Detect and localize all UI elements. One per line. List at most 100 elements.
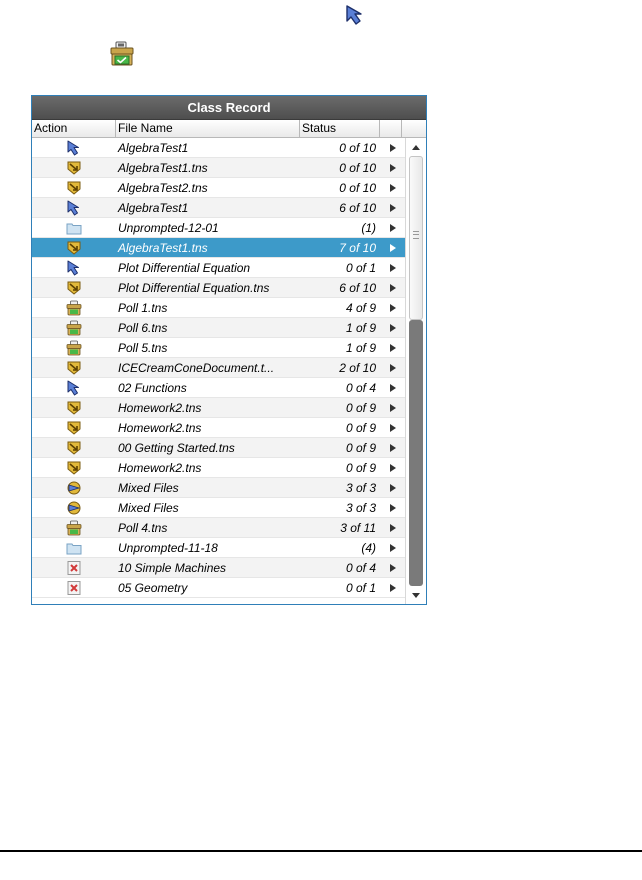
expand-arrow-icon[interactable] <box>380 543 405 552</box>
file-status: 0 of 4 <box>345 380 376 395</box>
folder-icon[interactable] <box>32 540 116 556</box>
file-name: 02 Functions <box>118 380 187 395</box>
file-status: 6 of 10 <box>339 280 376 295</box>
expand-arrow-icon[interactable] <box>380 323 405 332</box>
folder-icon[interactable] <box>32 220 116 236</box>
file-name: 10 Simple Machines <box>118 560 227 575</box>
file-row[interactable]: Poll 5.tns 1 of 9 <box>32 338 405 358</box>
expand-arrow-icon[interactable] <box>380 283 405 292</box>
expand-arrow-icon[interactable] <box>380 223 405 232</box>
collect-icon[interactable] <box>32 160 116 176</box>
scroll-thumb[interactable] <box>409 156 423 320</box>
file-row[interactable]: Homework2.tns 0 of 9 <box>32 458 405 478</box>
column-header-spacer <box>380 120 402 137</box>
file-name: Poll 1.tns <box>118 300 168 315</box>
expand-arrow-icon[interactable] <box>380 243 405 252</box>
file-row[interactable]: Poll 4.tns 3 of 11 <box>32 518 405 538</box>
file-row[interactable]: 05 Geometry 0 of 1 <box>32 578 405 598</box>
expand-arrow-icon[interactable] <box>380 423 405 432</box>
file-row[interactable]: Homework2.tns 0 of 9 <box>32 418 405 438</box>
expand-arrow-icon[interactable] <box>380 483 405 492</box>
collect-icon[interactable] <box>32 180 116 196</box>
collect-icon[interactable] <box>32 400 116 416</box>
file-row[interactable]: Unprompted-11-18 (4) <box>32 538 405 558</box>
file-row[interactable]: ICECreamConeDocument.t... 2 of 10 <box>32 358 405 378</box>
file-name: AlgebraTest1 <box>118 140 189 155</box>
collect-icon[interactable] <box>32 420 116 436</box>
file-name: Mixed Files <box>118 480 179 495</box>
file-row[interactable]: AlgebraTest1.tns 0 of 10 <box>32 158 405 178</box>
send-icon[interactable] <box>32 140 116 156</box>
file-name: Poll 4.tns <box>118 520 168 535</box>
collect-icon[interactable] <box>32 240 116 256</box>
file-status: 0 of 9 <box>345 440 376 455</box>
file-row[interactable]: Plot Differential Equation.tns 6 of 10 <box>32 278 405 298</box>
column-header-action[interactable]: Action <box>32 120 116 137</box>
scroll-track[interactable] <box>409 320 423 586</box>
expand-arrow-icon[interactable] <box>380 183 405 192</box>
expand-arrow-icon[interactable] <box>380 523 405 532</box>
expand-arrow-icon[interactable] <box>380 383 405 392</box>
file-row[interactable]: 00 Getting Started.tns 0 of 9 <box>32 438 405 458</box>
expand-arrow-icon[interactable] <box>380 343 405 352</box>
file-row[interactable]: 10 Simple Machines 0 of 4 <box>32 558 405 578</box>
expand-arrow-icon[interactable] <box>380 403 405 412</box>
vertical-scrollbar[interactable] <box>405 138 426 604</box>
file-row[interactable]: AlgebraTest1.tns 7 of 10 <box>32 238 405 258</box>
poll-icon[interactable] <box>32 320 116 336</box>
expand-arrow-icon[interactable] <box>380 563 405 572</box>
file-name: 00 Getting Started.tns <box>118 440 235 455</box>
collect-icon[interactable] <box>32 360 116 376</box>
file-list: AlgebraTest1 0 of 10 AlgebraTest1.tns 0 of … <box>32 138 405 598</box>
collect-icon[interactable] <box>32 280 116 296</box>
send-icon[interactable] <box>32 260 116 276</box>
expand-arrow-icon[interactable] <box>380 463 405 472</box>
send-icon[interactable] <box>32 200 116 216</box>
file-row[interactable]: AlgebraTest1 6 of 10 <box>32 198 405 218</box>
scroll-up-button[interactable] <box>406 138 426 156</box>
panel-title: Class Record <box>32 96 426 120</box>
file-name: AlgebraTest1 <box>118 200 189 215</box>
file-row[interactable]: Homework2.tns 0 of 9 <box>32 398 405 418</box>
file-row[interactable]: Plot Differential Equation 0 of 1 <box>32 258 405 278</box>
file-row[interactable]: AlgebraTest1 0 of 10 <box>32 138 405 158</box>
scroll-down-button[interactable] <box>406 586 426 604</box>
file-row[interactable]: AlgebraTest2.tns 0 of 10 <box>32 178 405 198</box>
file-row[interactable]: Poll 1.tns 4 of 9 <box>32 298 405 318</box>
mixed-icon[interactable] <box>32 500 116 516</box>
file-status: (4) <box>361 540 376 555</box>
collect-icon[interactable] <box>32 460 116 476</box>
column-header-file-name[interactable]: File Name <box>116 120 300 137</box>
expand-arrow-icon[interactable] <box>380 503 405 512</box>
delete-icon[interactable] <box>32 580 116 596</box>
poll-icon[interactable] <box>32 340 116 356</box>
mixed-icon[interactable] <box>32 480 116 496</box>
send-to-class-icon <box>344 4 366 26</box>
file-name: AlgebraTest2.tns <box>118 180 208 195</box>
expand-arrow-icon[interactable] <box>380 583 405 592</box>
file-row[interactable]: Mixed Files 3 of 3 <box>32 498 405 518</box>
file-row[interactable]: Unprompted-12-01 (1) <box>32 218 405 238</box>
expand-arrow-icon[interactable] <box>380 143 405 152</box>
delete-icon[interactable] <box>32 560 116 576</box>
expand-arrow-icon[interactable] <box>380 263 405 272</box>
collect-icon[interactable] <box>32 440 116 456</box>
expand-arrow-icon[interactable] <box>380 163 405 172</box>
file-name: AlgebraTest1.tns <box>118 160 208 175</box>
send-icon[interactable] <box>32 380 116 396</box>
column-header-status[interactable]: Status <box>300 120 380 137</box>
file-name: Mixed Files <box>118 500 179 515</box>
expand-arrow-icon[interactable] <box>380 443 405 452</box>
file-name: ICECreamConeDocument.t... <box>118 360 275 375</box>
file-row[interactable]: Poll 6.tns 1 of 9 <box>32 318 405 338</box>
file-status: 0 of 10 <box>339 140 376 155</box>
file-row[interactable]: Mixed Files 3 of 3 <box>32 478 405 498</box>
expand-arrow-icon[interactable] <box>380 203 405 212</box>
expand-arrow-icon[interactable] <box>380 363 405 372</box>
file-row[interactable]: 02 Functions 0 of 4 <box>32 378 405 398</box>
poll-icon[interactable] <box>32 520 116 536</box>
file-name: Homework2.tns <box>118 460 202 475</box>
file-name: Poll 5.tns <box>118 340 168 355</box>
expand-arrow-icon[interactable] <box>380 303 405 312</box>
poll-icon[interactable] <box>32 300 116 316</box>
